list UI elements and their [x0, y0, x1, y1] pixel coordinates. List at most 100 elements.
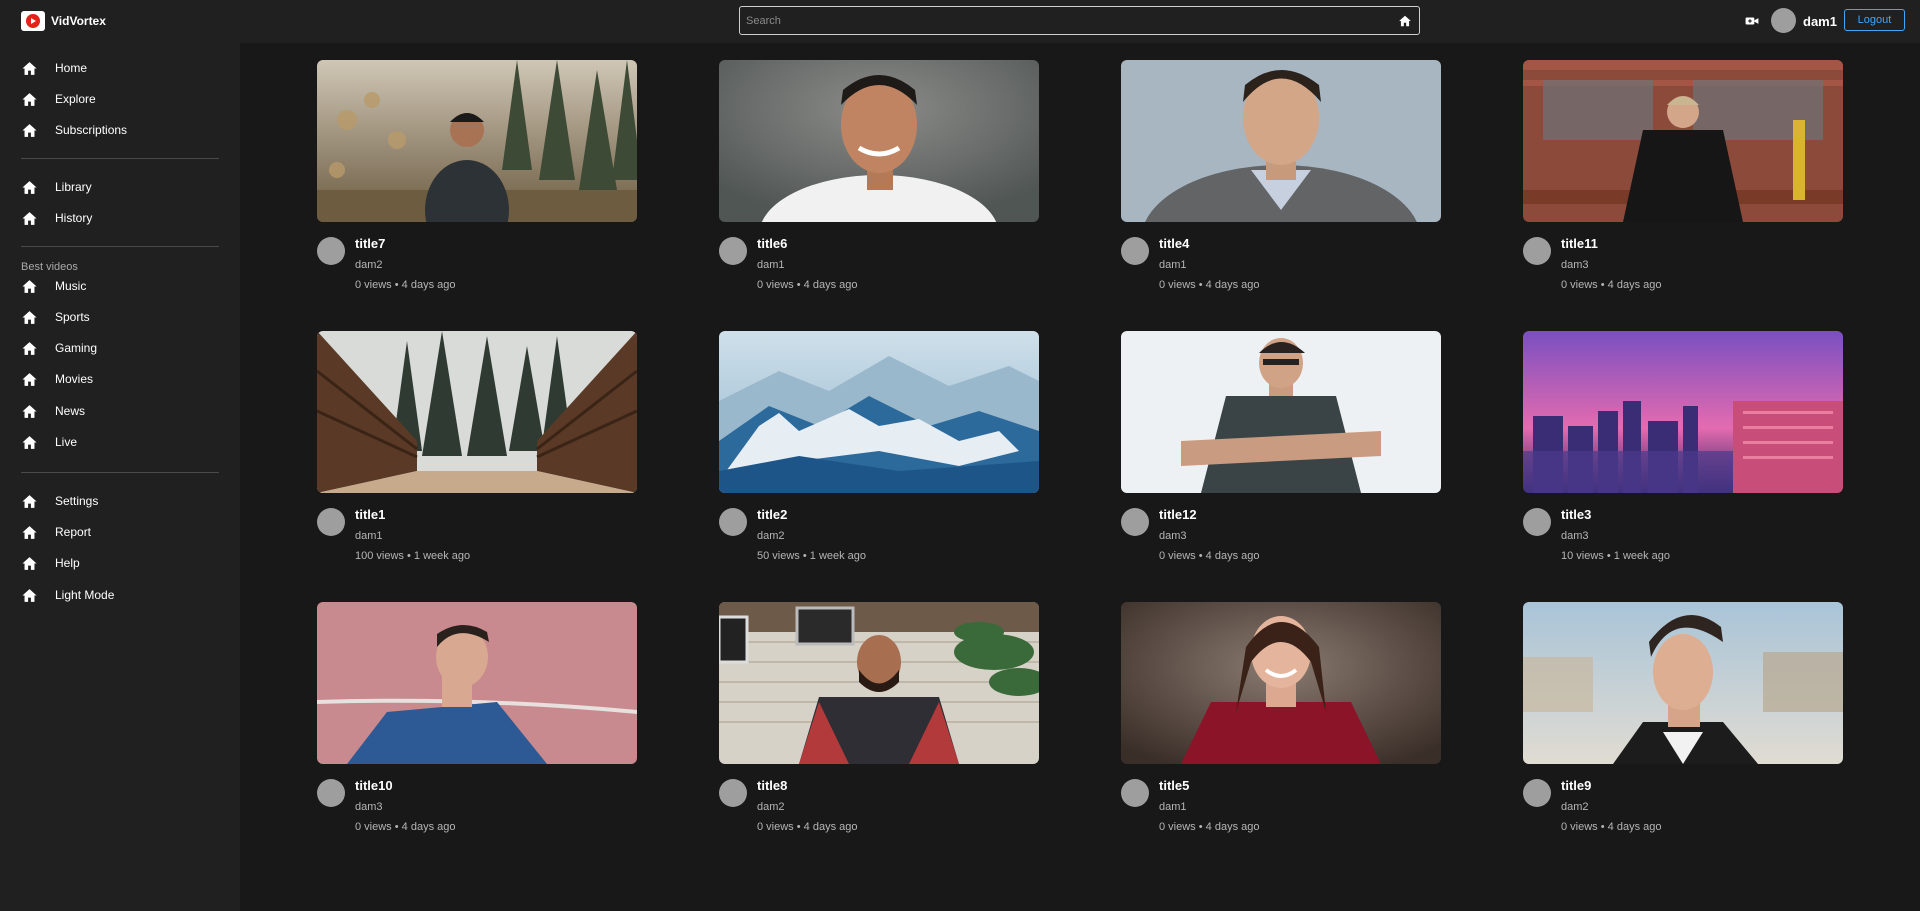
user-name: dam1	[1803, 14, 1837, 29]
channel-avatar[interactable]	[1523, 508, 1551, 536]
search-button[interactable]	[1391, 7, 1419, 34]
video-meta: 0 views • 4 days ago	[1159, 821, 1259, 833]
video-title[interactable]: title1	[355, 507, 385, 522]
video-card[interactable]: title4 dam1 0 views • 4 days ago	[1121, 60, 1441, 291]
video-thumbnail[interactable]	[719, 60, 1039, 222]
video-title[interactable]: title11	[1561, 236, 1598, 251]
upload-age: 4 days ago	[401, 279, 456, 291]
video-title[interactable]: title5	[1159, 778, 1189, 793]
channel-name[interactable]: dam2	[1561, 801, 1589, 813]
video-thumbnail[interactable]	[1523, 60, 1843, 222]
video-thumbnail[interactable]	[1121, 602, 1441, 764]
video-thumbnail[interactable]	[719, 331, 1039, 493]
channel-name[interactable]: dam3	[1561, 530, 1589, 542]
view-count: 0 views	[1561, 279, 1598, 291]
video-title[interactable]: title12	[1159, 507, 1197, 522]
video-meta: 0 views • 4 days ago	[757, 821, 857, 833]
video-card[interactable]: title3 dam3 10 views • 1 week ago	[1523, 331, 1843, 562]
channel-name[interactable]: dam2	[355, 259, 383, 271]
video-card[interactable]: title8 dam2 0 views • 4 days ago	[719, 602, 1039, 833]
upload-age: 4 days ago	[803, 279, 858, 291]
view-count: 0 views	[355, 821, 392, 833]
channel-avatar[interactable]	[719, 237, 747, 265]
video-card[interactable]: title11 dam3 0 views • 4 days ago	[1523, 60, 1843, 291]
view-count: 0 views	[1159, 550, 1196, 562]
video-card[interactable]: title9 dam2 0 views • 4 days ago	[1523, 602, 1843, 833]
video-meta: 0 views • 4 days ago	[1159, 550, 1259, 562]
video-grid: title7 dam2 0 views • 4 days ago title6 dam…	[0, 43, 1920, 911]
logo[interactable]: VidVortex	[21, 11, 106, 31]
view-count: 10 views	[1561, 550, 1604, 562]
app-name: VidVortex	[51, 14, 106, 28]
channel-name[interactable]: dam2	[757, 530, 785, 542]
video-meta: 10 views • 1 week ago	[1561, 550, 1670, 562]
logout-button[interactable]: Logout	[1844, 9, 1905, 31]
channel-avatar[interactable]	[317, 779, 345, 807]
view-count: 0 views	[757, 279, 794, 291]
search-input[interactable]	[740, 7, 1391, 34]
view-count: 0 views	[1159, 821, 1196, 833]
video-card[interactable]: title2 dam2 50 views • 1 week ago	[719, 331, 1039, 562]
meta-separator: •	[403, 550, 414, 562]
video-card[interactable]: title10 dam3 0 views • 4 days ago	[317, 602, 637, 833]
view-count: 0 views	[1159, 279, 1196, 291]
view-count: 50 views	[757, 550, 800, 562]
video-thumbnail[interactable]	[1523, 602, 1843, 764]
video-card[interactable]: title6 dam1 0 views • 4 days ago	[719, 60, 1039, 291]
meta-separator: •	[391, 821, 402, 833]
video-meta: 100 views • 1 week ago	[355, 550, 470, 562]
video-title[interactable]: title10	[355, 778, 393, 793]
video-thumbnail[interactable]	[1121, 60, 1441, 222]
avatar[interactable]	[1771, 8, 1796, 33]
meta-separator: •	[1597, 821, 1608, 833]
channel-name[interactable]: dam3	[1159, 530, 1187, 542]
top-bar: VidVortex dam1 Logout	[0, 0, 1920, 43]
video-thumbnail[interactable]	[1121, 331, 1441, 493]
channel-avatar[interactable]	[1121, 508, 1149, 536]
channel-avatar[interactable]	[317, 508, 345, 536]
channel-avatar[interactable]	[1523, 779, 1551, 807]
channel-name[interactable]: dam1	[757, 259, 785, 271]
video-title[interactable]: title6	[757, 236, 787, 251]
video-title[interactable]: title4	[1159, 236, 1189, 251]
upload-age: 4 days ago	[1205, 550, 1260, 562]
video-thumbnail[interactable]	[1523, 331, 1843, 493]
upload-video-icon[interactable]	[1745, 14, 1759, 32]
video-thumbnail[interactable]	[317, 331, 637, 493]
video-title[interactable]: title2	[757, 507, 787, 522]
video-meta: 0 views • 4 days ago	[1561, 821, 1661, 833]
channel-name[interactable]: dam3	[1561, 259, 1589, 271]
channel-avatar[interactable]	[1523, 237, 1551, 265]
video-meta: 0 views • 4 days ago	[757, 279, 857, 291]
upload-age: 4 days ago	[401, 821, 456, 833]
channel-name[interactable]: dam2	[757, 801, 785, 813]
channel-avatar[interactable]	[719, 779, 747, 807]
meta-separator: •	[391, 279, 402, 291]
video-title[interactable]: title9	[1561, 778, 1591, 793]
channel-name[interactable]: dam1	[1159, 801, 1187, 813]
video-card[interactable]: title12 dam3 0 views • 4 days ago	[1121, 331, 1441, 562]
video-card[interactable]: title1 dam1 100 views • 1 week ago	[317, 331, 637, 562]
video-title[interactable]: title7	[355, 236, 385, 251]
video-title[interactable]: title3	[1561, 507, 1591, 522]
video-thumbnail[interactable]	[719, 602, 1039, 764]
video-title[interactable]: title8	[757, 778, 787, 793]
video-card[interactable]: title7 dam2 0 views • 4 days ago	[317, 60, 637, 291]
channel-name[interactable]: dam1	[355, 530, 383, 542]
channel-avatar[interactable]	[1121, 237, 1149, 265]
meta-separator: •	[1195, 279, 1206, 291]
channel-name[interactable]: dam3	[355, 801, 383, 813]
channel-avatar[interactable]	[1121, 779, 1149, 807]
channel-avatar[interactable]	[317, 237, 345, 265]
channel-avatar[interactable]	[719, 508, 747, 536]
video-card[interactable]: title5 dam1 0 views • 4 days ago	[1121, 602, 1441, 833]
meta-separator: •	[793, 279, 804, 291]
meta-separator: •	[1195, 550, 1206, 562]
video-thumbnail[interactable]	[317, 60, 637, 222]
video-thumbnail[interactable]	[317, 602, 637, 764]
view-count: 100 views	[355, 550, 404, 562]
video-meta: 0 views • 4 days ago	[1561, 279, 1661, 291]
view-count: 0 views	[355, 279, 392, 291]
channel-name[interactable]: dam1	[1159, 259, 1187, 271]
meta-separator: •	[799, 550, 810, 562]
